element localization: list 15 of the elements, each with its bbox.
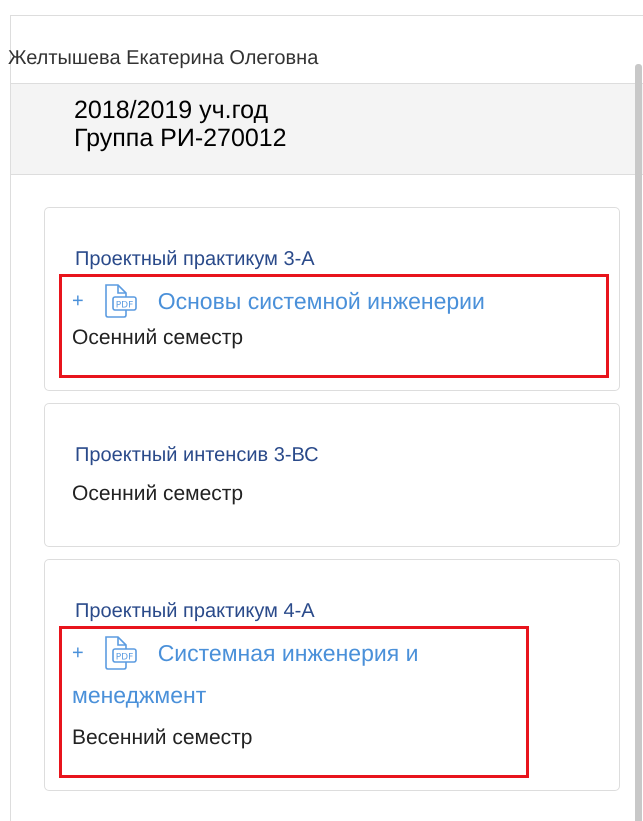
semester-label: Осенний семестр xyxy=(72,481,244,507)
group-name: Группа РИ-270012 xyxy=(74,124,288,152)
file-link[interactable]: менеджмент xyxy=(72,682,206,708)
scrollbar[interactable] xyxy=(635,64,642,821)
student-name: Желтышева Екатерина Олеговна xyxy=(8,47,320,71)
file-link[interactable]: Основы системной инженерии xyxy=(158,281,485,321)
file-link[interactable]: Системная инженерия и xyxy=(158,633,418,673)
course-title-link[interactable]: Проектный практикум 3-А xyxy=(75,244,609,274)
semester-label: Весенний семестр xyxy=(72,725,254,751)
course-title-link[interactable]: Проектный практикум 4-А xyxy=(75,596,609,626)
expand-plus[interactable]: + xyxy=(72,633,84,673)
semester-label: Осенний семестр xyxy=(72,325,244,351)
academic-year: 2018/2019 уч.год xyxy=(74,96,270,124)
course-title-link[interactable]: Проектный интенсив 3-ВС xyxy=(75,440,609,470)
expand-plus[interactable]: + xyxy=(72,281,84,321)
